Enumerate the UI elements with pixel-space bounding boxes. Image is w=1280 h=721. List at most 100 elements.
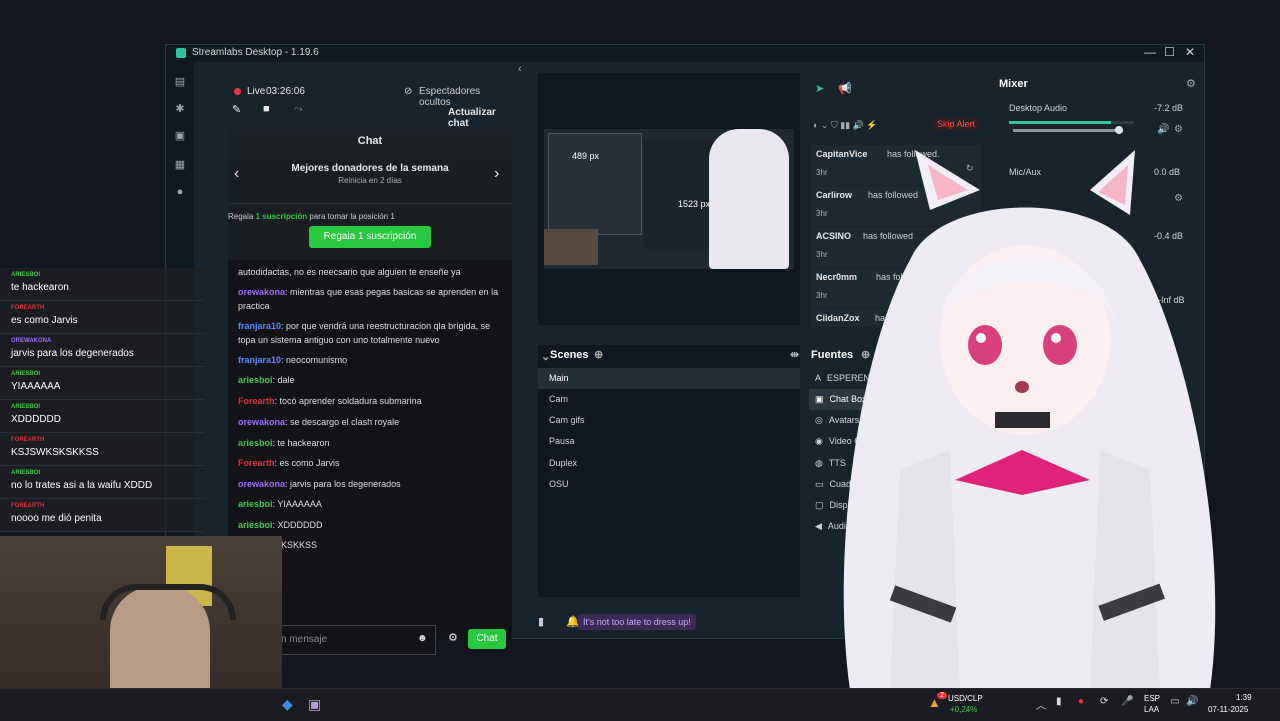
chat-message: Forearth: tocó aprender soldadura submar… xyxy=(238,394,503,408)
add-scene-icon[interactable]: ⊕ xyxy=(594,348,603,361)
scene-item[interactable]: Cam xyxy=(538,389,800,410)
chat-input[interactable]: n mensaje ☻ xyxy=(276,625,436,655)
clock-date[interactable]: 07-11-2025 xyxy=(1208,705,1248,714)
chat-username[interactable]: ariesboi xyxy=(238,375,273,385)
stats-icon[interactable]: ▮ xyxy=(538,615,544,628)
volume-icon[interactable]: 🔊 xyxy=(1186,696,1198,707)
chat-text: es como Jarvis xyxy=(279,458,340,468)
editor-icon[interactable]: ▤ xyxy=(173,75,187,89)
play-icon[interactable]: ● xyxy=(173,186,187,200)
ticker-name[interactable]: USD/CLP xyxy=(948,694,983,703)
chat-message: franjara10: neocomunismo xyxy=(238,353,503,367)
scenes-collapse-icon[interactable]: ⌄ xyxy=(541,350,550,363)
collapse-chevron-icon[interactable]: ‹ xyxy=(518,63,522,75)
viewers-hidden-toggle[interactable]: Espectadores ocultos xyxy=(419,86,512,108)
overlay-username: ARIESBOI xyxy=(11,272,41,278)
chat-text: neocomunismo xyxy=(286,355,348,365)
minimize-button[interactable]: — xyxy=(1144,45,1156,59)
next-arrow-icon[interactable]: › xyxy=(494,165,499,183)
emote-icon[interactable]: ☻ xyxy=(417,633,428,644)
chat-text: se descargo el clash royale xyxy=(290,417,400,427)
scene-item[interactable]: Cam gifs xyxy=(538,410,800,431)
edit-icon[interactable]: ✎ xyxy=(232,103,241,116)
mixer-channel-db: -7.2 dB xyxy=(1154,103,1184,113)
chat-username[interactable]: ariesboi xyxy=(238,499,273,509)
chat-settings-icon[interactable]: ⚙ xyxy=(448,631,458,644)
overlay-message: KSJSWKSKSKKSS xyxy=(11,447,99,458)
channel-settings-icon[interactable]: ⚙ xyxy=(1174,124,1183,135)
chat-username[interactable]: orewakona xyxy=(238,287,285,297)
scenes-panel: ⌄ Scenes ⊕ ⇹ Main Cam Cam gifs Pausa Dup… xyxy=(538,345,800,597)
mixer-settings-icon[interactable]: ⚙ xyxy=(1186,77,1196,90)
mixer-title: Mixer xyxy=(999,78,1028,90)
tray-record-icon[interactable]: ● xyxy=(1078,696,1084,707)
preview-width-label: 489 px xyxy=(572,151,600,161)
chat-username[interactable]: ariesboi xyxy=(238,438,273,448)
overlay-chat-row: FOREARTH es como Jarvis xyxy=(0,301,205,334)
live-timer: 03:26:06 xyxy=(266,86,305,97)
promo-tip[interactable]: It's not too late to dress up! xyxy=(578,614,696,630)
language-bottom[interactable]: LAA xyxy=(1144,705,1159,714)
chat-username[interactable]: franjara10 xyxy=(238,355,281,365)
chat-message: ariesboi: te hackearon xyxy=(238,436,503,450)
tray-sync-icon[interactable]: ⟳ xyxy=(1100,696,1108,707)
chat-message: Forearth: es como Jarvis xyxy=(238,456,503,470)
clock-time[interactable]: 1:39 xyxy=(1236,693,1252,702)
ticker-badge: 2 xyxy=(937,692,947,699)
chat-text: tocó aprender soldadura submarina xyxy=(279,396,422,406)
overlay-chat-row: FOREARTH KSJSWKSKSKKSS xyxy=(0,433,205,466)
chat-username[interactable]: franjara10 xyxy=(238,321,281,331)
skip-alert-button[interactable]: Skip Alert xyxy=(933,117,980,131)
vscode-icon[interactable]: ◆ xyxy=(282,696,293,713)
maximize-button[interactable]: ☐ xyxy=(1164,45,1175,59)
ticker-change: +0,24% xyxy=(950,705,978,714)
send-chat-button[interactable]: Chat xyxy=(468,629,506,649)
clip-icon[interactable]: ■ xyxy=(263,103,270,115)
events-send-icon[interactable]: ➤ xyxy=(815,82,824,95)
scene-item[interactable]: Main xyxy=(538,368,800,389)
tray-chevron-icon[interactable]: ︿ xyxy=(1036,697,1046,712)
volume-slider-knob[interactable] xyxy=(1115,126,1123,134)
chat-username[interactable]: Forearth xyxy=(238,458,275,468)
language-top[interactable]: ESP xyxy=(1144,694,1160,703)
network-icon[interactable]: ▭ xyxy=(1170,696,1179,707)
overlay-chat-row: OREWAKONA jarvis para los degenerados xyxy=(0,334,205,367)
chat-message: orewakona: se descargo el clash royale xyxy=(238,415,503,429)
events-megaphone-icon[interactable]: 📢 xyxy=(838,82,852,95)
chat-username[interactable]: Forearth xyxy=(238,396,275,406)
webcam-headphones xyxy=(100,584,236,620)
app-icon[interactable]: ▣ xyxy=(308,696,321,713)
chat-username[interactable]: orewakona xyxy=(238,479,285,489)
tray-app-icon[interactable]: ▮ xyxy=(1056,696,1062,707)
close-button[interactable]: ✕ xyxy=(1185,45,1195,59)
scene-item[interactable]: Pausa xyxy=(538,431,800,452)
vtuber-avatar-graphic xyxy=(843,150,1216,690)
chat-username[interactable]: orewakona xyxy=(238,417,285,427)
title-bar: Streamlabs Desktop - 1.19.6 — ☐ ✕ xyxy=(166,45,1204,62)
viewers-hidden-icon[interactable]: ⊘ xyxy=(404,86,412,97)
overlay-message: noooo me dió penita xyxy=(11,513,102,524)
tray-mic-icon[interactable]: 🎤 xyxy=(1121,696,1133,707)
update-chat-button[interactable]: Actualizar chat xyxy=(448,107,512,129)
chat-input-placeholder: n mensaje xyxy=(281,634,328,645)
events-toolbar-icons[interactable]: ◐ ⌄ ⛉ ▮▮ 🔊 ⚡ xyxy=(813,120,878,131)
stream-preview[interactable]: 489 px 1523 px xyxy=(538,73,800,325)
gift-prompt-a: Regala xyxy=(228,212,254,221)
store-icon[interactable]: ▣ xyxy=(173,129,187,143)
chat-username[interactable]: ariesboi xyxy=(238,520,273,530)
dashboard-icon[interactable]: ▦ xyxy=(173,158,187,172)
gift-sub-button[interactable]: Regala 1 suscripción xyxy=(309,226,431,248)
share-icon[interactable]: ⤳ xyxy=(294,103,303,116)
mixer-channel-name: Desktop Audio xyxy=(1009,103,1068,113)
overlay-username: FOREARTH xyxy=(11,437,45,443)
themes-icon[interactable]: ✱ xyxy=(173,102,187,116)
scene-item[interactable]: Duplex xyxy=(538,453,800,474)
donors-title: Mejores donadores de la semana xyxy=(291,163,449,174)
stream-chat-overlay: ARIESBOI te hackearon FOREARTH es como Jarv… xyxy=(0,268,205,532)
scene-item[interactable]: OSU xyxy=(538,474,800,495)
speaker-icon[interactable]: 🔊 xyxy=(1157,124,1169,135)
overlay-username: FOREARTH xyxy=(11,503,45,509)
preview-canvas[interactable]: 489 px 1523 px xyxy=(544,129,794,269)
volume-slider[interactable] xyxy=(1013,126,1123,134)
chat-text: dale xyxy=(277,375,295,385)
